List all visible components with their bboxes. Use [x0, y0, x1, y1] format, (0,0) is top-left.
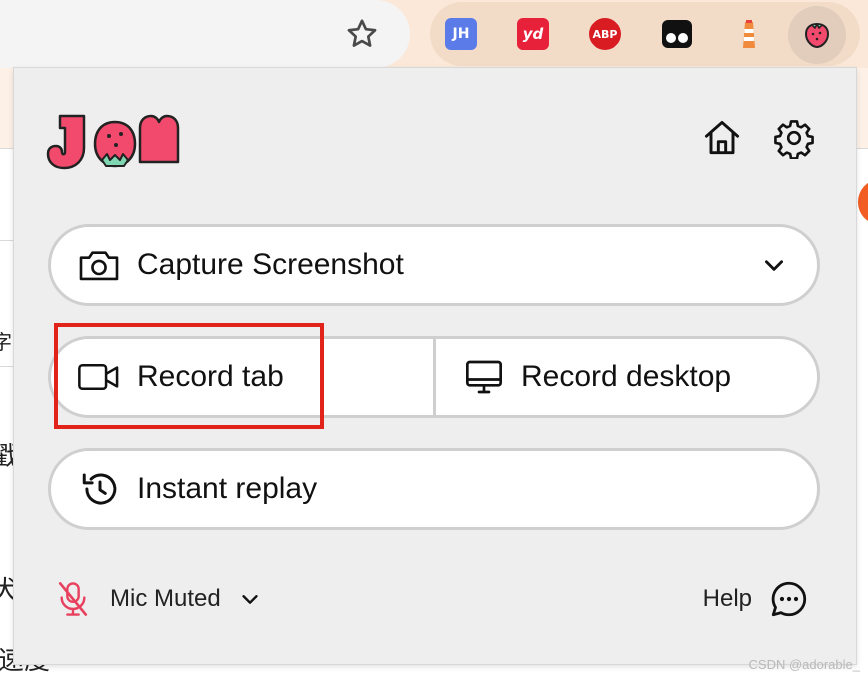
- instant-replay-button[interactable]: Instant replay: [77, 451, 317, 527]
- help-button[interactable]: Help: [703, 576, 810, 622]
- bookmark-star-icon[interactable]: [344, 16, 380, 52]
- history-icon: [82, 473, 117, 505]
- instant-replay-pill: Instant replay: [48, 448, 820, 530]
- chat-bubble-icon: [771, 581, 807, 617]
- capture-screenshot-button[interactable]: Capture Screenshot: [77, 227, 404, 303]
- lighthouse-icon[interactable]: [733, 18, 765, 50]
- jam-logo: [46, 114, 180, 170]
- page-divider: [0, 240, 14, 241]
- record-pill: Record tab Record desktop: [48, 336, 820, 418]
- mic-selector[interactable]: Mic Muted: [56, 576, 261, 622]
- capture-screenshot-pill: Capture Screenshot: [48, 224, 820, 306]
- video-camera-icon: [78, 363, 119, 391]
- youdao-extension-icon[interactable]: yd: [517, 18, 549, 50]
- capture-screenshot-label: Capture Screenshot: [137, 248, 404, 281]
- home-icon: [704, 120, 740, 155]
- gear-icon: [774, 120, 814, 159]
- camera-icon: [79, 251, 119, 281]
- capture-options-dropdown[interactable]: [761, 227, 787, 303]
- jh-extension-icon[interactable]: JH: [445, 18, 477, 50]
- instant-replay-label: Instant replay: [137, 472, 318, 505]
- help-label: Help: [702, 585, 752, 612]
- page-divider: [0, 366, 14, 367]
- mic-status-label: Mic Muted: [110, 585, 221, 612]
- tampermonkey-icon[interactable]: [661, 18, 693, 50]
- watermark: CSDN @adorable_: [748, 657, 860, 672]
- jam-strawberry-icon: [804, 22, 830, 49]
- home-button[interactable]: [700, 116, 744, 160]
- bg-text: 字: [0, 330, 12, 354]
- chevron-down-icon: [765, 260, 783, 271]
- record-desktop-button[interactable]: Record desktop: [463, 339, 731, 415]
- record-divider: [433, 339, 436, 415]
- monitor-icon: [466, 360, 502, 394]
- settings-button[interactable]: [772, 116, 816, 160]
- jam-extension-button[interactable]: [788, 6, 846, 64]
- record-desktop-label: Record desktop: [521, 360, 732, 393]
- record-tab-button[interactable]: Record tab: [77, 339, 284, 415]
- chevron-down-icon: [242, 595, 258, 604]
- record-tab-label: Record tab: [137, 360, 284, 393]
- mic-muted-icon: [58, 582, 88, 616]
